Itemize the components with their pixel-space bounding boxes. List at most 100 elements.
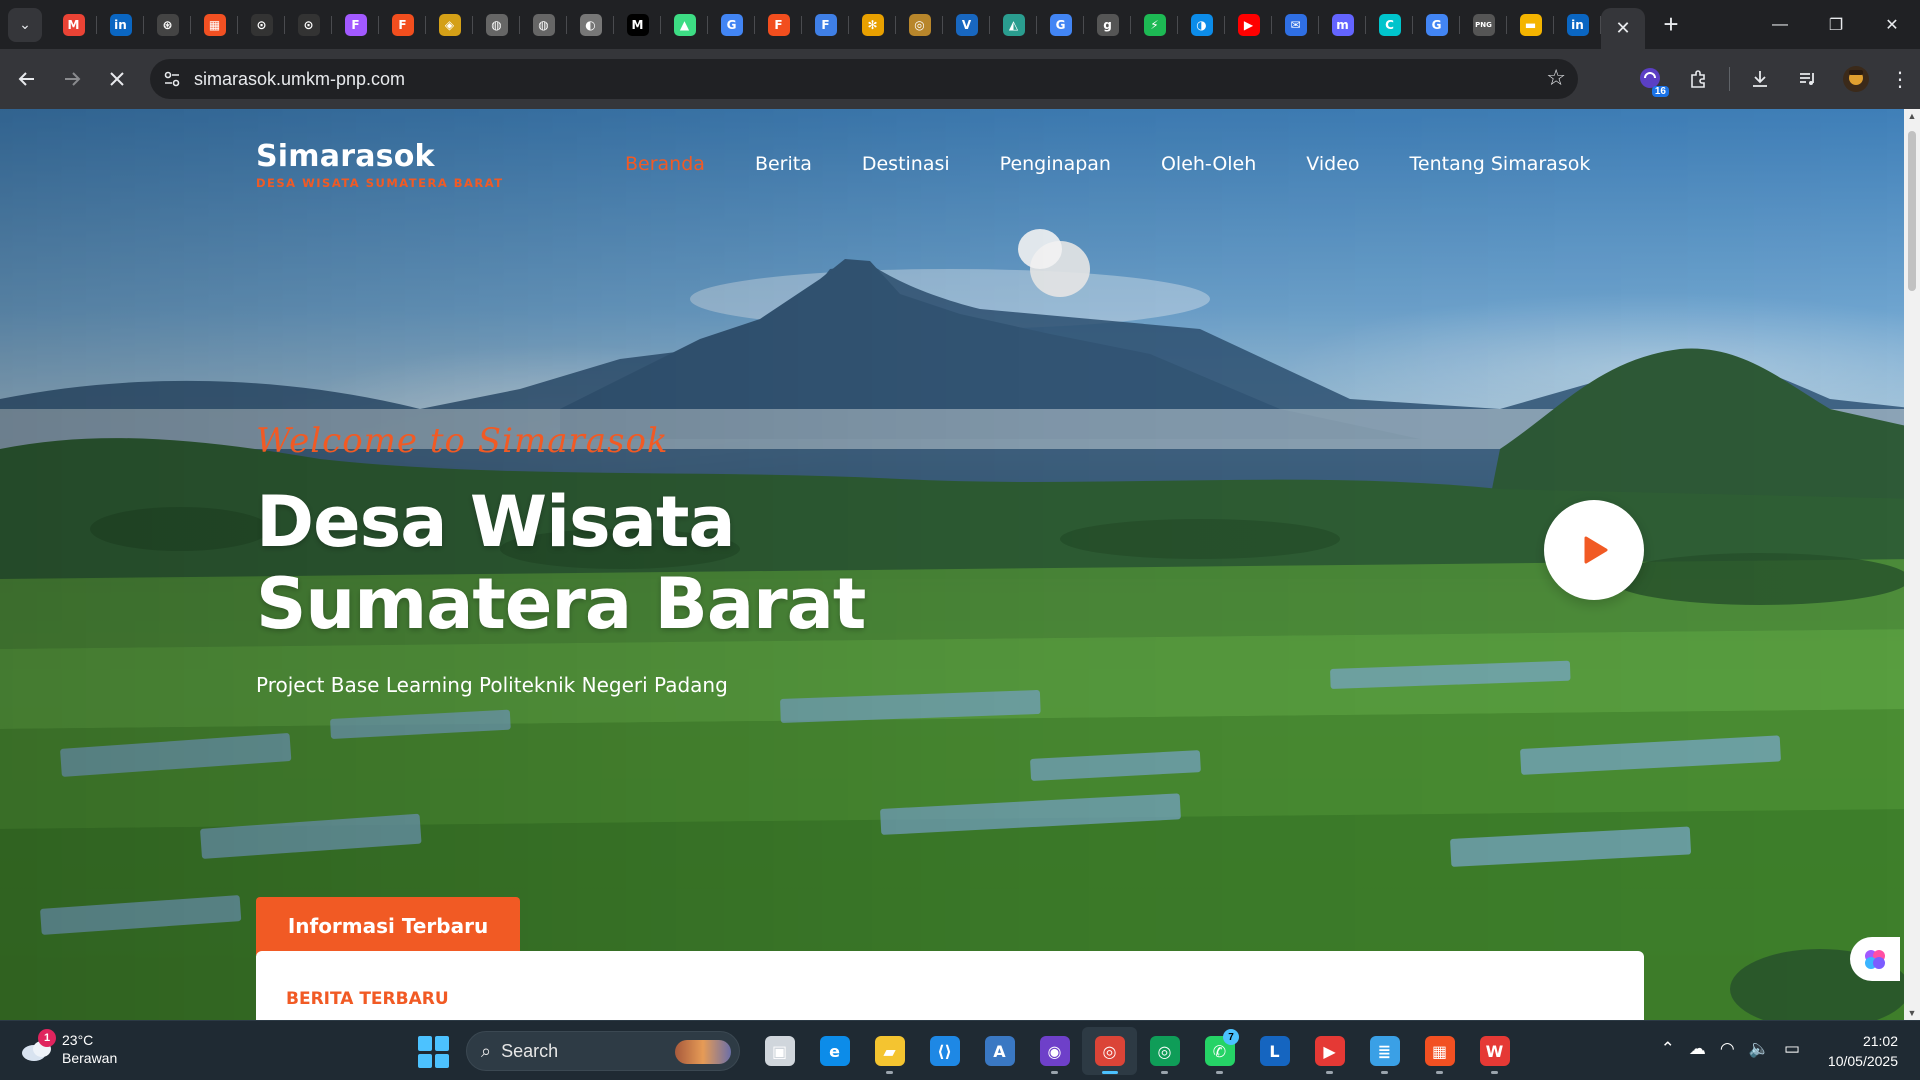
battery-icon[interactable]: ▭ xyxy=(1784,1039,1800,1059)
pinned-tab-android[interactable]: ▲ xyxy=(661,0,708,49)
pinned-tab-badge[interactable]: ◎ xyxy=(896,0,943,49)
pinned-tab-globe-2[interactable]: ◍ xyxy=(520,0,567,49)
chrome-icon: ◎ xyxy=(1094,1036,1125,1066)
pinned-tab-chrome-web[interactable]: ✻ xyxy=(849,0,896,49)
taskbar-app-chrome[interactable]: ◎ xyxy=(1082,1027,1137,1075)
pinned-tab-renovation[interactable]: ◭ xyxy=(990,0,1037,49)
pinned-tab-linkedin-2[interactable]: in xyxy=(1554,0,1601,49)
close-window-button[interactable]: ✕ xyxy=(1864,0,1920,49)
taskbar-app-whatsapp[interactable]: ✆ 7 xyxy=(1192,1027,1247,1075)
scrollbar-thumb[interactable] xyxy=(1908,131,1916,291)
new-tab-button[interactable]: + xyxy=(1651,5,1691,45)
edge-icon: e xyxy=(819,1036,850,1066)
pinned-tab-openai[interactable]: ⊛ xyxy=(144,0,191,49)
pinned-tab-figma-2[interactable]: F xyxy=(755,0,802,49)
pinned-tab-vuetify[interactable]: V xyxy=(943,0,990,49)
windows-logo-icon xyxy=(418,1036,432,1051)
weather-widget[interactable]: 1 23°C Berawan xyxy=(20,1029,117,1067)
pinned-tab-google-2[interactable]: G xyxy=(1037,0,1084,49)
clock-date: 10/05/2025 xyxy=(1827,1053,1898,1069)
tab-search-button[interactable]: ⌄ xyxy=(8,7,42,42)
wifi-icon[interactable]: ◠ xyxy=(1720,1039,1735,1059)
back-button[interactable] xyxy=(9,61,45,97)
extension-icon[interactable]: 16 xyxy=(1627,59,1675,99)
site-logo[interactable]: Simarasok DESA WISATA SUMATERA BARAT xyxy=(256,139,504,190)
active-tab[interactable]: ✕ xyxy=(1601,8,1645,49)
more-menu-icon[interactable]: ⋮ xyxy=(1880,59,1920,99)
chevron-up-icon[interactable]: ⌃ xyxy=(1661,1039,1675,1059)
taskbar-app-app-a[interactable]: A xyxy=(972,1027,1027,1075)
pinned-tab-png[interactable]: PNG xyxy=(1460,0,1507,49)
nav-berita[interactable]: Berita xyxy=(755,153,812,175)
pinned-tab-google[interactable]: G xyxy=(708,0,755,49)
onedrive-cloud-icon[interactable]: ☁ xyxy=(1689,1039,1706,1059)
volume-icon[interactable]: 🔈 xyxy=(1749,1039,1770,1059)
taskbar-clock[interactable]: 21:02 10/05/2025 xyxy=(1828,1031,1898,1071)
pinned-tab-figma[interactable]: F xyxy=(379,0,426,49)
pinned-tab-google-3[interactable]: G xyxy=(1413,0,1460,49)
taskbar-app-task-view[interactable]: ▣ xyxy=(752,1027,807,1075)
taskbar-app-media[interactable]: ▶ xyxy=(1302,1027,1357,1075)
forward-button[interactable] xyxy=(54,61,90,97)
play-video-button[interactable] xyxy=(1544,500,1644,600)
taskbar-search[interactable]: ⌕ Search xyxy=(466,1031,740,1071)
start-button[interactable] xyxy=(418,1036,450,1068)
pinned-tab-edge[interactable]: ◑ xyxy=(1178,0,1225,49)
pinned-tab-github-2[interactable]: ⊙ xyxy=(285,0,332,49)
nav-oleh-oleh[interactable]: Oleh-Oleh xyxy=(1161,153,1256,175)
pinned-tabs: Min ⊛ ▦ ⊙ ⊙ F F ◈ ◍ ◍ ◐ M ▲ G F F ✻ ◎ V ◭ Gg ⚡ ◑ ▶ ✉ m C G PNG ▬ in xyxy=(50,0,1601,49)
nav-beranda[interactable]: Beranda xyxy=(625,153,705,175)
restore-button[interactable]: ❐ xyxy=(1808,0,1864,49)
nav-penginapan[interactable]: Penginapan xyxy=(1000,153,1111,175)
taskbar-app-chrome-2[interactable]: ◎ xyxy=(1137,1027,1192,1075)
pinned-tab-medium[interactable]: M xyxy=(614,0,661,49)
info-tab[interactable]: Informasi Terbaru xyxy=(256,897,520,955)
extensions-puzzle-icon[interactable] xyxy=(1675,59,1723,99)
close-tab-icon[interactable]: ✕ xyxy=(1615,18,1630,39)
taskbar-app-vscode[interactable]: ⟨⟩ xyxy=(917,1027,972,1075)
address-bar[interactable]: simarasok.umkm-pnp.com ☆ xyxy=(150,59,1578,99)
pinned-tab-grammarly[interactable]: g xyxy=(1084,0,1131,49)
bookmark-star-icon[interactable]: ☆ xyxy=(1546,65,1566,91)
taskbar-app-edge[interactable]: e xyxy=(807,1027,862,1075)
profile-avatar[interactable] xyxy=(1832,59,1880,99)
pinned-tab-linkedin[interactable]: in xyxy=(97,0,144,49)
pinned-tab-slides[interactable]: ▬ xyxy=(1507,0,1554,49)
taskbar-app-github-desktop[interactable]: ◉ xyxy=(1027,1027,1082,1075)
taskbar-app-wps[interactable]: W xyxy=(1467,1027,1522,1075)
nav-video[interactable]: Video xyxy=(1306,153,1359,175)
stop-loading-button[interactable] xyxy=(99,61,135,97)
pinned-tab-canva[interactable]: C xyxy=(1366,0,1413,49)
pinned-tab-github[interactable]: ⊙ xyxy=(238,0,285,49)
page-scrollbar[interactable]: ▲ ▼ xyxy=(1904,109,1920,1020)
pinned-tab-microsoft[interactable]: ▦ xyxy=(191,0,238,49)
pinned-tab-shield[interactable]: ◈ xyxy=(426,0,473,49)
media-control-icon[interactable] xyxy=(1784,59,1832,99)
pinned-tab-forms[interactable]: F xyxy=(802,0,849,49)
running-indicator xyxy=(1491,1071,1498,1074)
nav-tentang[interactable]: Tentang Simarasok xyxy=(1410,153,1591,175)
pinned-tab-gmail[interactable]: M xyxy=(50,0,97,49)
scroll-down-arrow-icon[interactable]: ▼ xyxy=(1907,1008,1917,1018)
minimize-button[interactable]: — xyxy=(1752,0,1808,49)
taskbar-app-file-explorer[interactable]: ▰ xyxy=(862,1027,917,1075)
linkedin-2-icon: in xyxy=(1566,13,1589,36)
pinned-tab-mail-app[interactable]: ✉ xyxy=(1272,0,1319,49)
taskbar-app-store[interactable]: ▦ xyxy=(1412,1027,1467,1075)
url-text[interactable]: simarasok.umkm-pnp.com xyxy=(194,69,405,90)
taskbar-app-notepad[interactable]: ≣ xyxy=(1357,1027,1412,1075)
floating-assistant-button[interactable] xyxy=(1850,937,1900,981)
nav-destinasi[interactable]: Destinasi xyxy=(862,153,950,175)
site-info-icon[interactable] xyxy=(156,63,188,95)
pinned-tab-globe-1[interactable]: ◍ xyxy=(473,0,520,49)
pinned-tab-globe-3[interactable]: ◐ xyxy=(567,0,614,49)
pinned-tab-bolt[interactable]: ⚡ xyxy=(1131,0,1178,49)
taskbar-app-app-l[interactable]: L xyxy=(1247,1027,1302,1075)
pinned-tab-mastodon[interactable]: m xyxy=(1319,0,1366,49)
bolt-icon: ⚡ xyxy=(1143,13,1166,36)
pinned-tab-youtube[interactable]: ▶ xyxy=(1225,0,1272,49)
download-icon[interactable] xyxy=(1736,59,1784,99)
openai-icon: ⊛ xyxy=(156,13,179,36)
pinned-tab-figma-circle[interactable]: F xyxy=(332,0,379,49)
scroll-up-arrow-icon[interactable]: ▲ xyxy=(1907,111,1917,121)
